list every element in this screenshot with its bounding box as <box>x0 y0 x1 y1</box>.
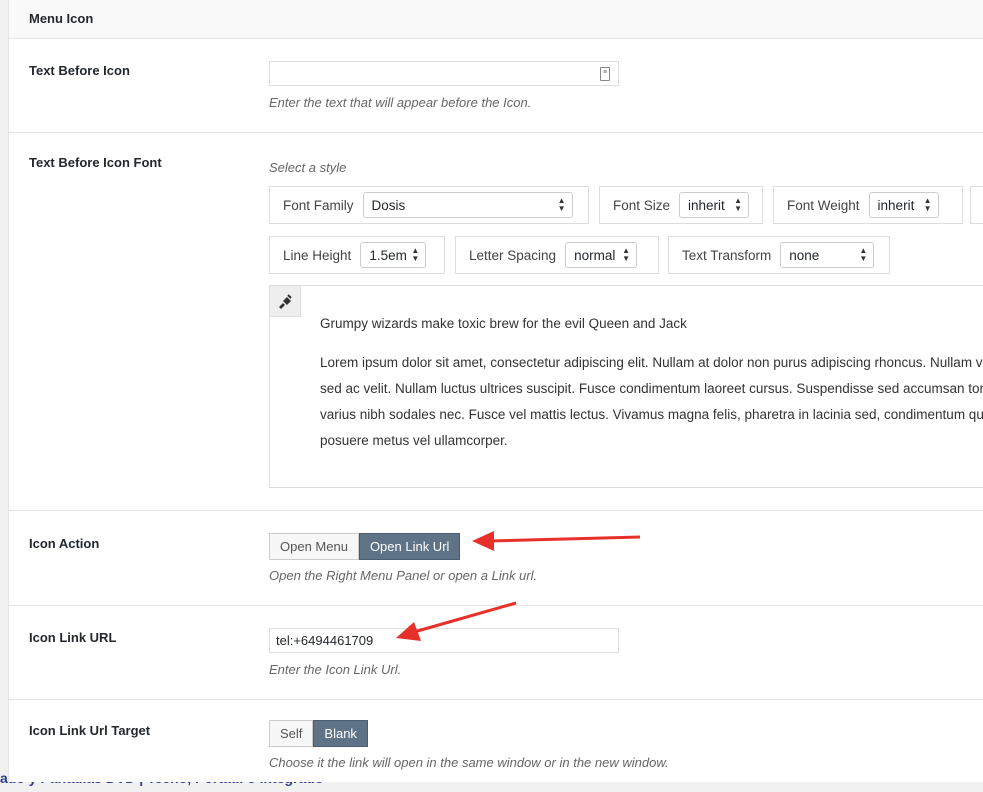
select-arrows-icon: ▲ ▼ <box>411 246 420 263</box>
line-height-control: Line Height 1.5em ▲ ▼ <box>269 236 445 274</box>
text-before-icon-label: Text Before Icon <box>29 63 130 78</box>
icon-link-url-description: Enter the Icon Link Url. <box>269 662 402 677</box>
font-weight-select[interactable]: inherit ▲ ▼ <box>868 192 939 218</box>
icon-action-button-group: Open Menu Open Link Url <box>269 533 537 560</box>
select-arrows-icon: ▲ ▼ <box>859 246 868 263</box>
font-weight-label: Font Weight <box>787 197 860 213</box>
select-arrows-icon: ▲ ▼ <box>557 196 566 213</box>
preview-line: posuere metus vel ullamcorper. <box>320 433 508 448</box>
letter-spacing-value: normal <box>574 247 616 263</box>
paint-brush-icon[interactable] <box>270 286 301 317</box>
select-arrows-icon: ▲ ▼ <box>923 196 932 213</box>
select-arrows-icon: ▲ ▼ <box>622 246 631 263</box>
letter-spacing-label: Letter Spacing <box>469 247 557 263</box>
font-preview-box: Grumpy wizards make toxic brew for the e… <box>269 285 983 488</box>
settings-panel: Menu Icon Text Before Icon ≡ Enter the t… <box>8 0 983 782</box>
text-before-icon-font-label: Text Before Icon Font <box>29 155 162 170</box>
preview-line: varius nibh sodales nec. Fusce vel matti… <box>320 407 983 422</box>
text-before-icon-input[interactable]: ≡ <box>269 61 619 86</box>
font-family-select[interactable]: Dosis ▲ ▼ <box>362 192 573 218</box>
font-weight-control: Font Weight inherit ▲ ▼ <box>773 186 963 224</box>
icon-link-url-value: tel:+6494461709 <box>276 633 374 648</box>
letter-spacing-select[interactable]: normal ▲ ▼ <box>565 242 638 268</box>
icon-link-url-target-label: Icon Link Url Target <box>29 723 151 738</box>
font-weight-value: inherit <box>877 197 915 213</box>
text-transform-control: Text Transform none ▲ ▼ <box>668 236 890 274</box>
letter-spacing-control: Letter Spacing normal ▲ ▼ <box>455 236 659 274</box>
preview-headline: Grumpy wizards make toxic brew for the e… <box>320 316 687 331</box>
font-family-value: Dosis <box>371 197 406 213</box>
line-height-label: Line Height <box>283 247 352 263</box>
row-icon-action: Icon Action Open Menu Open Link Url Open… <box>9 511 983 606</box>
text-transform-value: none <box>789 247 820 263</box>
text-transform-select[interactable]: none ▲ ▼ <box>780 242 875 268</box>
icon-action-description: Open the Right Menu Panel or open a Link… <box>269 568 538 583</box>
icon-link-url-target-description: Choose it the link will open in the same… <box>269 755 669 770</box>
text-transform-label: Text Transform <box>682 247 772 263</box>
blank-button[interactable]: Blank <box>313 720 368 747</box>
line-height-select[interactable]: 1.5em ▲ ▼ <box>360 242 427 268</box>
icon-action-label: Icon Action <box>29 536 100 551</box>
font-size-label: Font Size <box>613 197 671 213</box>
open-menu-button[interactable]: Open Menu <box>269 533 359 560</box>
line-height-value: 1.5em <box>369 247 407 263</box>
contact-card-icon: ≡ <box>600 67 610 81</box>
select-arrows-icon: ▲ ▼ <box>734 196 743 213</box>
font-style-control <box>970 186 983 224</box>
self-button[interactable]: Self <box>269 720 314 747</box>
section-title: Menu Icon <box>9 0 983 39</box>
font-family-control: Font Family Dosis ▲ ▼ <box>269 186 589 224</box>
icon-link-url-label: Icon Link URL <box>29 630 117 645</box>
select-style-hint: Select a style <box>269 160 347 175</box>
icon-link-target-button-group: Self Blank <box>269 720 669 747</box>
icon-link-url-input[interactable]: tel:+6494461709 <box>269 628 619 653</box>
font-size-value: inherit <box>688 197 725 213</box>
open-link-url-button[interactable]: Open Link Url <box>358 533 461 560</box>
preview-line: Lorem ipsum dolor sit amet, consectetur … <box>320 355 983 370</box>
row-icon-link-url-target: Icon Link Url Target Self Blank Choose i… <box>9 700 983 782</box>
font-size-select[interactable]: inherit ▲ ▼ <box>679 192 750 218</box>
text-before-icon-description: Enter the text that will appear before t… <box>269 95 532 110</box>
row-icon-link-url: Icon Link URL tel:+6494461709 Enter the … <box>9 606 983 700</box>
preview-line: sed ac velit. Nullam luctus ultrices sus… <box>320 381 983 396</box>
font-family-label: Font Family <box>283 197 354 213</box>
row-text-before-icon: Text Before Icon ≡ Enter the text that w… <box>9 39 983 133</box>
preview-text: Grumpy wizards make toxic brew for the e… <box>320 312 983 454</box>
font-size-control: Font Size inherit ▲ ▼ <box>599 186 763 224</box>
